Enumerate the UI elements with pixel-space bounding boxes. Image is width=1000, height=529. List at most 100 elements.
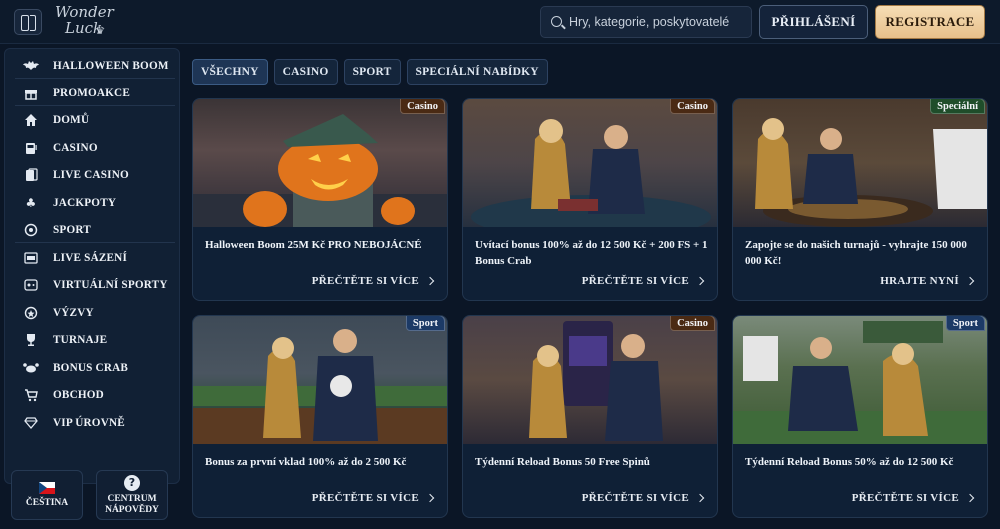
sidebar-item-label: DOMŮ [53, 114, 90, 126]
trophy-icon [23, 333, 39, 347]
read-more-link[interactable]: PŘEČTĚTE SI VÍCE [311, 275, 435, 287]
category-badge: Casino [670, 316, 715, 331]
sidebar-item-label: TURNAJE [53, 334, 108, 346]
home-icon [23, 113, 39, 127]
category-badge: Speciální [930, 99, 985, 114]
search-input[interactable] [569, 7, 749, 37]
search-icon [551, 16, 562, 27]
login-button[interactable]: PŘIHLÁŠENÍ [759, 5, 868, 39]
play-now-link[interactable]: HRAJTE NYNÍ [880, 275, 975, 287]
promo-card[interactable]: Speciální Zapojte se do našich turnajů -… [732, 98, 988, 301]
logo[interactable]: Wonder Luck ♛ [55, 4, 117, 40]
promo-image-reload-spins [463, 316, 717, 444]
slot-machine-icon [23, 141, 39, 155]
language-button[interactable]: ČEŠTINA [11, 470, 83, 520]
category-badge: Casino [400, 99, 445, 114]
read-more-label: PŘEČTĚTE SI VÍCE [311, 492, 419, 504]
sidebar-item-label: OBCHOD [53, 389, 104, 401]
promo-card[interactable]: Casino Týdenní Reload Bonus 50 Free Spin… [462, 315, 718, 518]
sidebar-item-halloween-boom[interactable]: HALLOWEEN BOOM [15, 53, 175, 79]
sidebar-item-bonus-crab[interactable]: BONUS CRAB [15, 355, 175, 381]
read-more-link[interactable]: PŘEČTĚTE SI VÍCE [311, 492, 435, 504]
promo-title: Týdenní Reload Bonus 50 Free Spinů [475, 456, 650, 468]
promo-image-halloween [193, 99, 447, 227]
search-box[interactable] [540, 6, 752, 38]
ball-icon [23, 223, 39, 237]
help-label-2: NÁPOVĚDY [105, 504, 159, 515]
question-icon: ? [124, 474, 140, 491]
promo-image-welcome-bonus [463, 99, 717, 239]
diamond-icon [23, 416, 39, 430]
sidebar-item-promoakce[interactable]: PROMOAKCE [15, 80, 175, 106]
sidebar-item-label: CASINO [53, 142, 98, 154]
sidebar-item-virtualni-sporty[interactable]: VIRTUÁLNÍ SPORTY [15, 272, 175, 298]
crown-icon: ♛ [95, 26, 104, 37]
sidebar-item-casino[interactable]: CASINO [15, 135, 175, 161]
sidebar-item-live-casino[interactable]: LIVE CASINO [15, 162, 175, 188]
cards-icon [23, 168, 39, 182]
chevron-right-icon [965, 276, 975, 286]
sidebar: HALLOWEEN BOOM PROMOAKCE DOMŮ CASINO LIV… [4, 48, 180, 484]
read-more-label: PŘEČTĚTE SI VÍCE [581, 275, 689, 287]
cart-icon [23, 388, 39, 402]
sidebar-item-obchod[interactable]: OBCHOD [15, 382, 175, 408]
sidebar-item-turnaje[interactable]: TURNAJE [15, 327, 175, 353]
sidebar-item-label: LIVE SÁZENÍ [53, 252, 128, 264]
category-badge: Casino [670, 99, 715, 114]
clover-icon: ♣ [25, 196, 37, 210]
read-more-link[interactable]: PŘEČTĚTE SI VÍCE [581, 275, 705, 287]
read-more-label: PŘEČTĚTE SI VÍCE [581, 492, 689, 504]
category-badge: Sport [945, 316, 985, 331]
czech-flag-icon [39, 481, 55, 494]
top-bar: Wonder Luck ♛ PŘIHLÁŠENÍ REGISTRACE [0, 0, 1000, 44]
sidebar-item-jackpoty[interactable]: ♣ JACKPOTY [15, 190, 175, 216]
chevron-right-icon [695, 276, 705, 286]
logo-text-1: Wonder [55, 3, 114, 21]
gift-icon [23, 86, 39, 100]
promo-image-tournaments [733, 99, 987, 227]
controller-icon [23, 278, 39, 292]
read-more-label: PŘEČTĚTE SI VÍCE [311, 275, 419, 287]
tab-casino[interactable]: CASINO [273, 59, 338, 85]
sidebar-item-label: HALLOWEEN BOOM [53, 59, 169, 72]
badge-icon [23, 306, 39, 320]
sidebar-item-vip-urovne[interactable]: VIP ÚROVNĚ [15, 410, 175, 436]
read-more-label: PŘEČTĚTE SI VÍCE [851, 492, 959, 504]
sidebar-item-live-sazeni[interactable]: LIVE SÁZENÍ [15, 245, 175, 271]
sidebar-item-label: VÝZVY [53, 307, 94, 319]
promo-card[interactable]: Casino Halloween Boom 25M Kč PRO NEBOJÁC… [192, 98, 448, 301]
chevron-right-icon [425, 493, 435, 503]
category-tabs: VŠECHNY CASINO SPORT SPECIÁLNÍ NABÍDKY [192, 59, 548, 85]
sidebar-item-sport[interactable]: SPORT [15, 217, 175, 243]
chevron-right-icon [965, 493, 975, 503]
sidebar-item-label: PROMOAKCE [53, 86, 130, 99]
sidebar-item-label: BONUS CRAB [53, 362, 129, 374]
tab-special-offers[interactable]: SPECIÁLNÍ NABÍDKY [406, 59, 548, 85]
sidebar-item-domu[interactable]: DOMŮ [15, 107, 175, 133]
chevron-right-icon [425, 276, 435, 286]
sidebar-item-label: SPORT [53, 223, 91, 236]
register-button[interactable]: REGISTRACE [875, 5, 985, 39]
live-icon [23, 251, 39, 265]
tab-vsechny[interactable]: VŠECHNY [192, 59, 268, 85]
promo-image-reload-sport [733, 316, 987, 444]
help-label-1: CENTRUM [107, 493, 157, 504]
promo-card[interactable]: Casino Uvítací bonus 100% až do 12 500 K… [462, 98, 718, 301]
promo-card[interactable]: Sport Týdenní Reload Bonus 50% až do 12 … [732, 315, 988, 518]
play-now-label: HRAJTE NYNÍ [880, 275, 959, 287]
sidebar-toggle-button[interactable] [14, 9, 42, 35]
tab-sport[interactable]: SPORT [343, 59, 401, 85]
read-more-link[interactable]: PŘEČTĚTE SI VÍCE [581, 492, 705, 504]
promo-title: Zapojte se do našich turnajů - vyhrajte … [745, 239, 967, 267]
bat-icon [23, 59, 39, 73]
sidebar-item-label: VIRTUÁLNÍ SPORTY [53, 279, 168, 291]
promo-image-first-deposit [193, 316, 447, 444]
language-label: ČEŠTINA [25, 497, 69, 508]
sidebar-item-label: LIVE CASINO [53, 169, 129, 181]
sidebar-item-vyzvy[interactable]: VÝZVY [15, 300, 175, 326]
promo-card[interactable]: Sport Bonus za první vklad 100% až do 2 … [192, 315, 448, 518]
promo-title: Halloween Boom 25M Kč PRO NEBOJÁCNÉ [205, 239, 422, 251]
chevron-right-icon [695, 493, 705, 503]
read-more-link[interactable]: PŘEČTĚTE SI VÍCE [851, 492, 975, 504]
help-center-button[interactable]: ? CENTRUM NÁPOVĚDY [96, 470, 168, 520]
